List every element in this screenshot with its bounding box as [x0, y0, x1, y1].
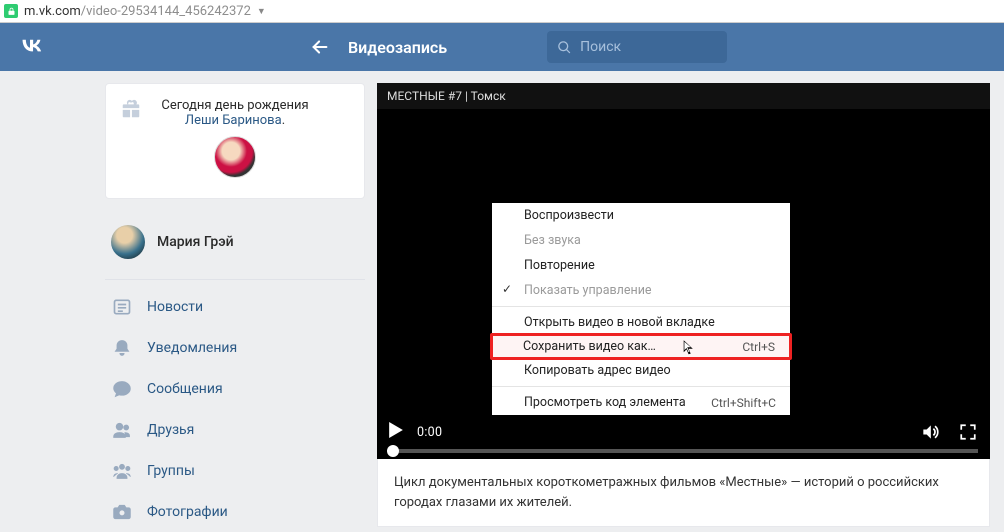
- content-area: МЕСТНЫЕ #7 | Томск Воспроизвести Без зву…: [377, 83, 990, 532]
- nav-label: Сообщения: [147, 381, 223, 397]
- nav-photos[interactable]: Фотографии: [105, 491, 365, 532]
- nav-label: Уведомления: [147, 340, 237, 356]
- nav-groups[interactable]: Группы: [105, 450, 365, 491]
- main-nav: Новости Уведомления Сообщения Друзья Гру…: [105, 279, 365, 532]
- birthday-card[interactable]: Сегодня день рождения Леши Баринова.: [105, 83, 365, 199]
- lock-icon: [4, 4, 18, 18]
- video-description: Цикл документальных короткометражных фил…: [377, 459, 990, 527]
- news-icon: [111, 296, 133, 318]
- profile-row[interactable]: Мария Грэй: [105, 217, 365, 273]
- birthday-avatar[interactable]: [214, 136, 256, 178]
- nav-news[interactable]: Новости: [105, 286, 365, 327]
- groups-icon: [111, 460, 133, 482]
- message-icon: [111, 378, 133, 400]
- nav-label: Фотографии: [147, 504, 228, 520]
- left-sidebar: Сегодня день рождения Леши Баринова. Мар…: [105, 83, 365, 532]
- check-icon: ✓: [502, 282, 512, 296]
- ctx-copy-video-url[interactable]: Копировать адрес видео: [492, 358, 790, 383]
- vk-logo-icon[interactable]: [18, 31, 46, 63]
- bell-icon: [111, 337, 133, 359]
- video-time: 0:00: [417, 425, 442, 440]
- play-button[interactable]: [389, 422, 403, 442]
- address-path: /video-29534144_456242372: [81, 4, 251, 19]
- dropdown-icon[interactable]: ▼: [257, 6, 266, 17]
- nav-label: Новости: [147, 299, 203, 315]
- ctx-show-controls: ✓Показать управление: [492, 278, 790, 303]
- gift-icon: [120, 98, 142, 120]
- search-placeholder: Поиск: [580, 39, 621, 55]
- fullscreen-button[interactable]: [958, 422, 978, 442]
- nav-friends[interactable]: Друзья: [105, 409, 365, 450]
- app-header: Видеозапись Поиск: [0, 23, 1004, 71]
- ctx-loop[interactable]: Повторение: [492, 253, 790, 278]
- browser-address-bar[interactable]: m.vk.com/video-29534144_456242372 ▼: [0, 0, 1004, 23]
- birthday-text: Сегодня день рождения: [161, 98, 308, 113]
- ctx-save-video-as[interactable]: Сохранить видео как… Ctrl+S: [490, 333, 792, 360]
- ctx-play[interactable]: Воспроизвести: [492, 203, 790, 228]
- shortcut: Ctrl+S: [742, 340, 775, 354]
- nav-label: Друзья: [147, 422, 194, 438]
- nav-messages[interactable]: Сообщения: [105, 368, 365, 409]
- back-button[interactable]: [306, 33, 334, 61]
- video-title-bar: МЕСТНЫЕ #7 | Томск: [377, 83, 990, 109]
- nav-notifications[interactable]: Уведомления: [105, 327, 365, 368]
- ctx-open-new-tab[interactable]: Открыть видео в новой вкладке: [492, 310, 790, 335]
- profile-name: Мария Грэй: [157, 234, 234, 250]
- progress-bar[interactable]: [389, 449, 978, 453]
- nav-label: Группы: [147, 463, 195, 479]
- avatar: [111, 225, 145, 259]
- page-title: Видеозапись: [348, 38, 447, 57]
- birthday-name-link[interactable]: Леши Баринова: [185, 113, 282, 128]
- volume-button[interactable]: [920, 422, 940, 442]
- ctx-mute: Без звука: [492, 228, 790, 253]
- friends-icon: [111, 419, 133, 441]
- video-controls: 0:00: [377, 403, 990, 459]
- cursor-icon: [683, 339, 697, 357]
- camera-icon: [111, 501, 133, 523]
- search-input[interactable]: Поиск: [547, 31, 727, 63]
- video-player[interactable]: Воспроизвести Без звука Повторение ✓Пока…: [377, 109, 990, 459]
- context-menu: Воспроизвести Без звука Повторение ✓Пока…: [492, 203, 790, 415]
- address-host: m.vk.com: [24, 4, 81, 19]
- progress-handle[interactable]: [387, 445, 399, 457]
